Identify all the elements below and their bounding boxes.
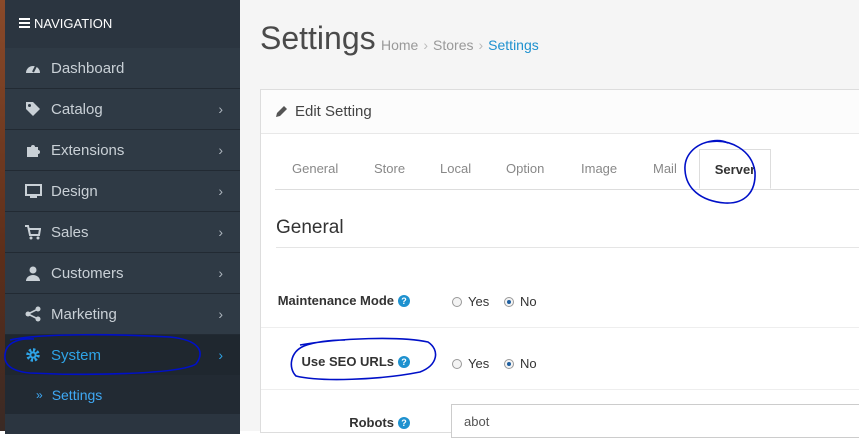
page-title: Settings	[260, 20, 376, 56]
menu-icon	[19, 16, 30, 30]
sidebar-item-extensions[interactable]: Extensions ›	[5, 130, 240, 171]
navigation-header-label: NAVIGATION	[34, 15, 113, 31]
maintenance-no-radio[interactable]: No	[504, 294, 537, 309]
panel-header: Edit Setting	[261, 90, 859, 134]
robots-label-text: Robots	[349, 415, 394, 430]
sidebar-item-customers[interactable]: Customers ›	[5, 253, 240, 294]
radio-label: No	[520, 294, 537, 309]
help-icon[interactable]: ?	[398, 355, 410, 368]
section-divider	[276, 247, 859, 248]
sidebar-item-label: Sales	[51, 223, 89, 241]
tab-store[interactable]: Store	[374, 161, 405, 176]
tab-image[interactable]: Image	[581, 161, 617, 176]
cart-icon	[24, 223, 42, 241]
chevron-right-icon: ›	[218, 101, 223, 117]
radio-icon	[452, 358, 462, 369]
settings-tabs: General Store Local Option Image Mail Se…	[275, 149, 859, 190]
chevron-right-icon: ›	[218, 183, 223, 199]
tab-mail[interactable]: Mail	[653, 161, 677, 176]
chevron-right-icon: ›	[218, 265, 223, 281]
row-divider	[261, 327, 859, 328]
help-icon[interactable]: ?	[398, 294, 410, 307]
breadcrumb-settings[interactable]: Settings	[488, 37, 539, 53]
chevron-right-icon: ›	[218, 306, 223, 322]
seo-urls-label: Use SEO URLs ?	[302, 354, 410, 369]
radio-label: No	[520, 356, 537, 371]
chevron-right-icon: ›	[218, 224, 223, 240]
robots-textarea[interactable]: abot	[451, 404, 859, 438]
sidebar-subitem-label: Settings	[51, 387, 103, 403]
navigation-header[interactable]: NAVIGATION	[5, 0, 240, 46]
sidebar-item-label: Design	[51, 182, 98, 200]
maintenance-yes-radio[interactable]: Yes	[452, 294, 489, 309]
breadcrumb-separator: ›	[423, 37, 429, 53]
maintenance-mode-label-text: Maintenance Mode	[277, 293, 394, 308]
sidebar-item-sales[interactable]: Sales ›	[5, 212, 240, 253]
panel-title: Edit Setting	[295, 103, 372, 120]
sidebar-subitem-settings[interactable]: » Settings	[5, 376, 240, 414]
tab-general[interactable]: General	[292, 161, 338, 176]
edit-setting-panel: Edit Setting General Store Local Option …	[260, 89, 859, 438]
gear-icon	[24, 346, 42, 364]
radio-icon	[452, 296, 462, 307]
sidebar-item-label: Customers	[51, 264, 124, 282]
breadcrumb-stores[interactable]: Stores	[433, 37, 473, 53]
user-icon	[24, 264, 42, 282]
puzzle-icon	[24, 141, 42, 159]
row-divider	[261, 389, 859, 390]
sidebar-item-dashboard[interactable]: Dashboard	[5, 48, 240, 89]
help-icon[interactable]: ?	[398, 416, 410, 429]
radio-selected-icon	[504, 358, 514, 369]
share-icon	[24, 305, 42, 323]
radio-selected-icon	[504, 296, 514, 307]
robots-label: Robots ?	[349, 415, 410, 430]
tab-option[interactable]: Option	[506, 161, 544, 176]
pencil-icon	[275, 105, 288, 118]
radio-label: Yes	[468, 294, 490, 309]
sidebar: NAVIGATION Dashboard Catalog › Extension…	[0, 0, 240, 434]
seo-urls-label-text: Use SEO URLs	[301, 354, 394, 369]
sidebar-item-label: Extensions	[51, 141, 125, 159]
breadcrumb-separator: ›	[478, 37, 484, 53]
monitor-icon	[24, 182, 42, 200]
maintenance-mode-label: Maintenance Mode ?	[278, 293, 410, 308]
dashboard-icon	[24, 59, 42, 77]
chevron-right-icon: ›	[218, 142, 223, 158]
sidebar-item-label: System	[51, 346, 102, 364]
main-content: Settings Home › Stores › Settings Edit Setti…	[240, 0, 859, 438]
seo-yes-radio[interactable]: Yes	[452, 356, 489, 371]
sidebar-item-system[interactable]: System ›	[5, 335, 240, 376]
sidebar-item-label: Dashboard	[51, 59, 125, 77]
seo-no-radio[interactable]: No	[504, 356, 537, 371]
radio-label: Yes	[468, 356, 490, 371]
sidebar-item-catalog[interactable]: Catalog ›	[5, 89, 240, 130]
tab-local[interactable]: Local	[440, 161, 471, 176]
nav-list: Dashboard Catalog › Extensions › Design …	[5, 48, 240, 434]
double-chevron-icon: »	[36, 388, 43, 402]
tab-server[interactable]: Server	[699, 149, 771, 189]
sidebar-item-design[interactable]: Design ›	[5, 171, 240, 212]
breadcrumb-home[interactable]: Home	[381, 37, 418, 53]
sidebar-item-label: Catalog	[51, 100, 103, 118]
sidebar-item-marketing[interactable]: Marketing ›	[5, 294, 240, 335]
sidebar-item-partial	[5, 414, 240, 434]
chevron-right-icon: ›	[218, 347, 223, 363]
breadcrumb: Home › Stores › Settings	[381, 37, 539, 53]
tag-icon	[24, 100, 42, 118]
section-title: General	[276, 217, 344, 238]
sidebar-item-label: Marketing	[51, 305, 117, 323]
